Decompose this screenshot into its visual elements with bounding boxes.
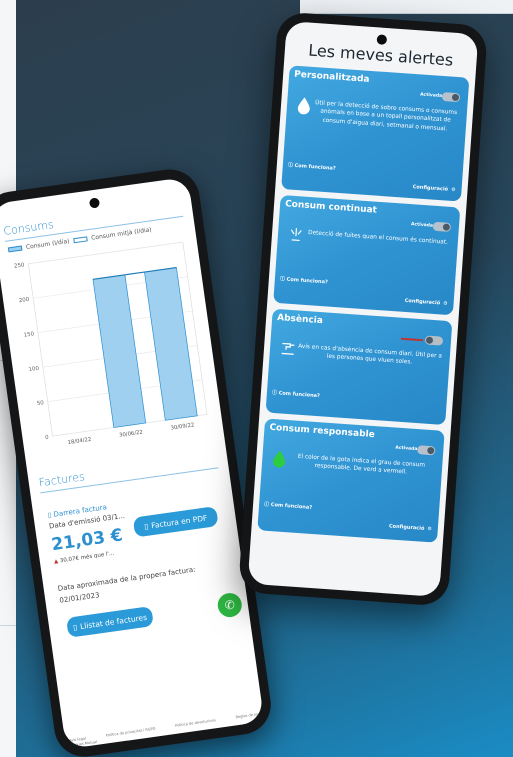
config-button[interactable]: Configuració ⚙ <box>389 523 432 532</box>
gear-icon: ⚙ <box>442 300 448 307</box>
how-it-works-label: Com funciona? <box>294 162 336 172</box>
chart-ytick-label: 100 <box>28 366 40 373</box>
alert-card-absencia: Absència Avís en cas d'absència de consu… <box>265 308 453 426</box>
alert-card-consum-continuat: Consum continuat Activada Detecció de fu… <box>273 194 461 316</box>
alert-card-title: Personalitzada <box>293 69 370 85</box>
chart-xtick-label: 18/04/22 <box>67 437 91 446</box>
chart-xtick-label: 30/06/22 <box>119 430 143 439</box>
chart-ytick-label: 250 <box>14 262 26 269</box>
config-label: Configuració <box>412 184 449 193</box>
inactive-indicator <box>400 337 424 342</box>
front-camera <box>376 34 388 45</box>
legend-swatch-avg <box>73 236 88 244</box>
legend-swatch-daily <box>7 245 23 253</box>
chart-ytick-label: 50 <box>37 400 45 407</box>
tap-icon <box>281 342 295 355</box>
leak-icon <box>290 228 302 242</box>
invoice-list-button[interactable]: ▯ Llistat de factures <box>65 606 154 638</box>
how-it-works-link[interactable]: ⓘ Com funciona? <box>288 161 336 171</box>
alert-toggle[interactable] <box>432 221 452 232</box>
alert-card-title: Absència <box>276 313 324 327</box>
how-it-works-label: Com funciona? <box>270 502 313 511</box>
alert-toggle[interactable] <box>417 445 436 456</box>
how-it-works-link[interactable]: ⓘ Com funciona? <box>272 389 320 399</box>
alert-card-description: El color de la gota indica el grau de co… <box>297 453 426 476</box>
alert-card-description: Detecció de fuites quan el consum és con… <box>307 229 449 246</box>
invoice-pdf-button[interactable]: ▯ Factura en PDF <box>132 506 219 538</box>
footer-link-refunds[interactable]: Política de devolucions <box>175 718 216 728</box>
delta-indicator-icon: ▲ <box>53 558 59 566</box>
alert-card-title: Consum continuat <box>284 199 378 216</box>
alert-card-description: Avís en cas d'absència de consum diari. … <box>298 343 443 366</box>
legend-avg: Consum mitjà (l/dia) <box>90 226 153 242</box>
next-invoice-date: 02/01/2023 <box>58 591 101 605</box>
background-topbar <box>300 0 513 14</box>
alert-toggle[interactable] <box>441 92 461 103</box>
chart-ytick-label: 200 <box>19 297 31 304</box>
how-it-works-link[interactable]: ⓘ Com funciona? <box>280 275 328 285</box>
chart-xtick-label: 30/09/22 <box>170 422 194 431</box>
water-drop-icon <box>297 97 310 115</box>
list-icon: ▯ <box>72 622 78 632</box>
pdf-icon: ▯ <box>143 521 149 531</box>
invoice-pdf-label: Factura en PDF <box>150 512 208 530</box>
alert-card-title: Consum responsable <box>269 422 376 441</box>
alert-card-personalitzada: Personalitzada Activada Útil per la dete… <box>281 65 470 202</box>
active-label: Activada <box>395 445 418 453</box>
phone-alerts: Les meves alertes Personalitzada Activad… <box>237 11 489 607</box>
invoice-list-label: Llistat de factures <box>79 612 148 631</box>
config-label: Configuració <box>404 297 441 307</box>
alert-toggle[interactable] <box>424 335 444 346</box>
config-button[interactable]: Configuració ⚙ <box>412 184 455 193</box>
config-label: Configuració <box>388 523 425 532</box>
next-invoice-label: Data aproximada de la propera factura: <box>57 565 197 593</box>
gear-icon: ⚙ <box>427 526 433 533</box>
active-label: Activada <box>419 92 443 99</box>
legend-daily: Consum (l/dia) <box>25 237 70 251</box>
phone-screen: Les meves alertes Personalitzada Activad… <box>247 20 479 598</box>
alert-card-description: Útil per la detecció de sobre consums o … <box>314 100 458 133</box>
consumption-chart: 0 50 100 150 200 250 18/04/22 30/06/22 30/09/22 <box>14 241 208 446</box>
how-it-works-label: Com funciona? <box>286 276 329 286</box>
alert-card-consum-responsable: Consum responsable Activada El color de … <box>257 418 445 543</box>
chart-ytick-label: 0 <box>45 435 50 441</box>
how-it-works-link[interactable]: ⓘ Com funciona? <box>264 501 312 511</box>
document-icon: ▯ <box>46 511 52 520</box>
active-label: Activada <box>410 222 434 229</box>
footer-link-privacy[interactable]: Política de privacitat i RGPD <box>105 727 155 738</box>
how-it-works-label: Com funciona? <box>278 390 321 400</box>
front-camera <box>88 197 101 209</box>
gear-icon: ⚙ <box>450 186 456 194</box>
green-drop-icon <box>273 450 286 468</box>
config-button[interactable]: Configuració ⚙ <box>405 298 448 307</box>
chart-ytick-label: 150 <box>23 331 35 338</box>
whatsapp-icon[interactable]: ✆ <box>216 591 244 619</box>
